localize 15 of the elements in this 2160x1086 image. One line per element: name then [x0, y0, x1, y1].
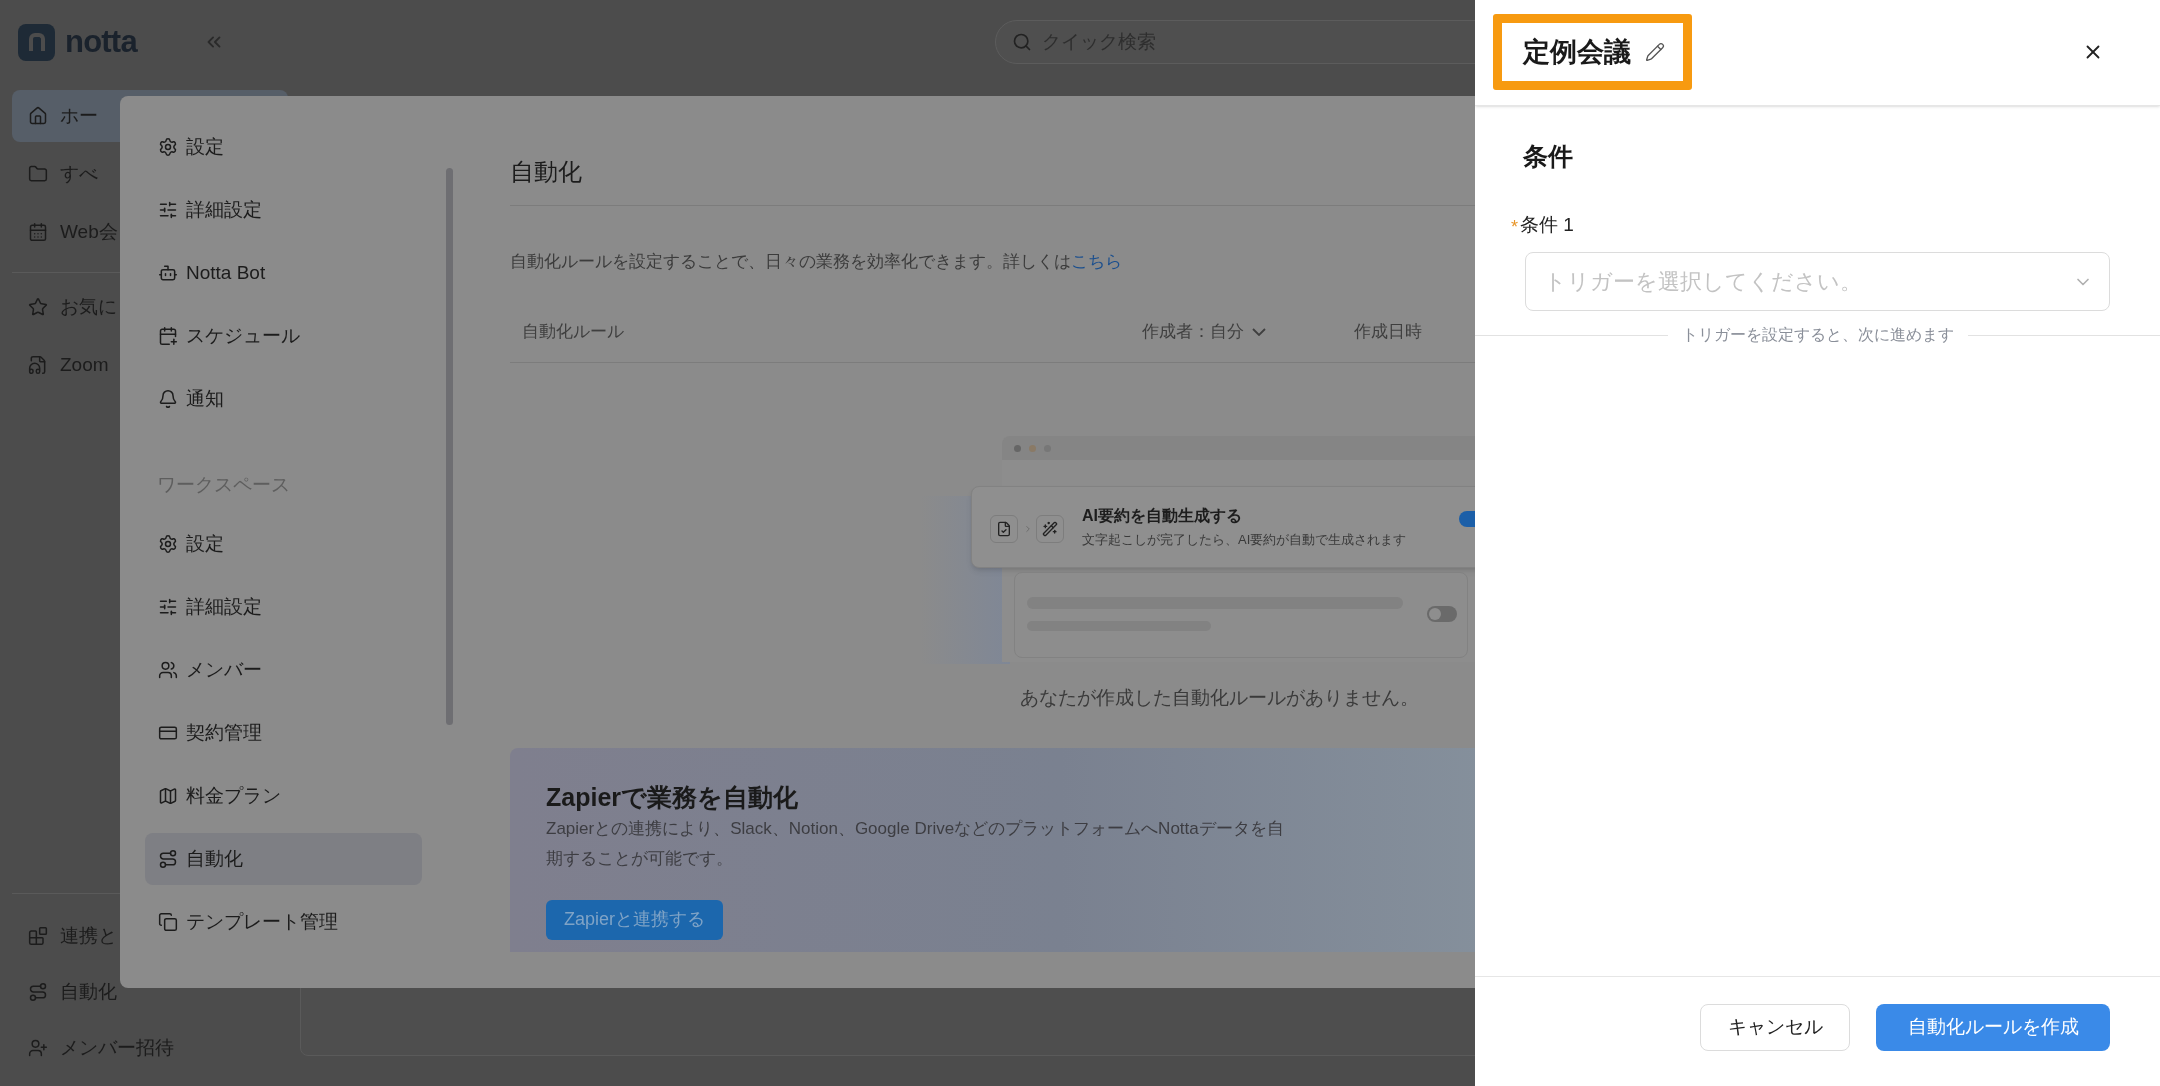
rule-title: AI要約を自動生成する [1082, 506, 1242, 526]
rule-subtitle: 文字起こしが完了したら、AI要約が自動で生成されます [1082, 531, 1407, 549]
field-label: 条件 1 [1520, 213, 1574, 237]
page-title: 自動化 [510, 157, 583, 187]
empty-message: あなたが作成した自動化ルールがありません。 [1020, 686, 1420, 710]
zapier-description-line: Zapierとの連携により、Slack、Notion、Google DriveなどのプラットフォームへNottaデータを自 [546, 817, 1285, 840]
column-header: 作成日時 [1354, 321, 1422, 344]
drawer-title: 定例会議 [1523, 35, 1631, 69]
column-header: 自動化ルール [521, 321, 624, 344]
zapier-description-line: 期することが可能です。 [546, 847, 734, 870]
zapier-title: Zapierで業務を自動化 [546, 781, 800, 813]
section-title: 条件 [1523, 141, 1574, 172]
description: 自動化ルールを設定することで、日々の業務を効率化できます。詳しくはこちら [510, 251, 1123, 273]
required-mark: * [1511, 218, 1518, 236]
hint-text: トリガーを設定すると、次に進めます [1681, 325, 1954, 345]
